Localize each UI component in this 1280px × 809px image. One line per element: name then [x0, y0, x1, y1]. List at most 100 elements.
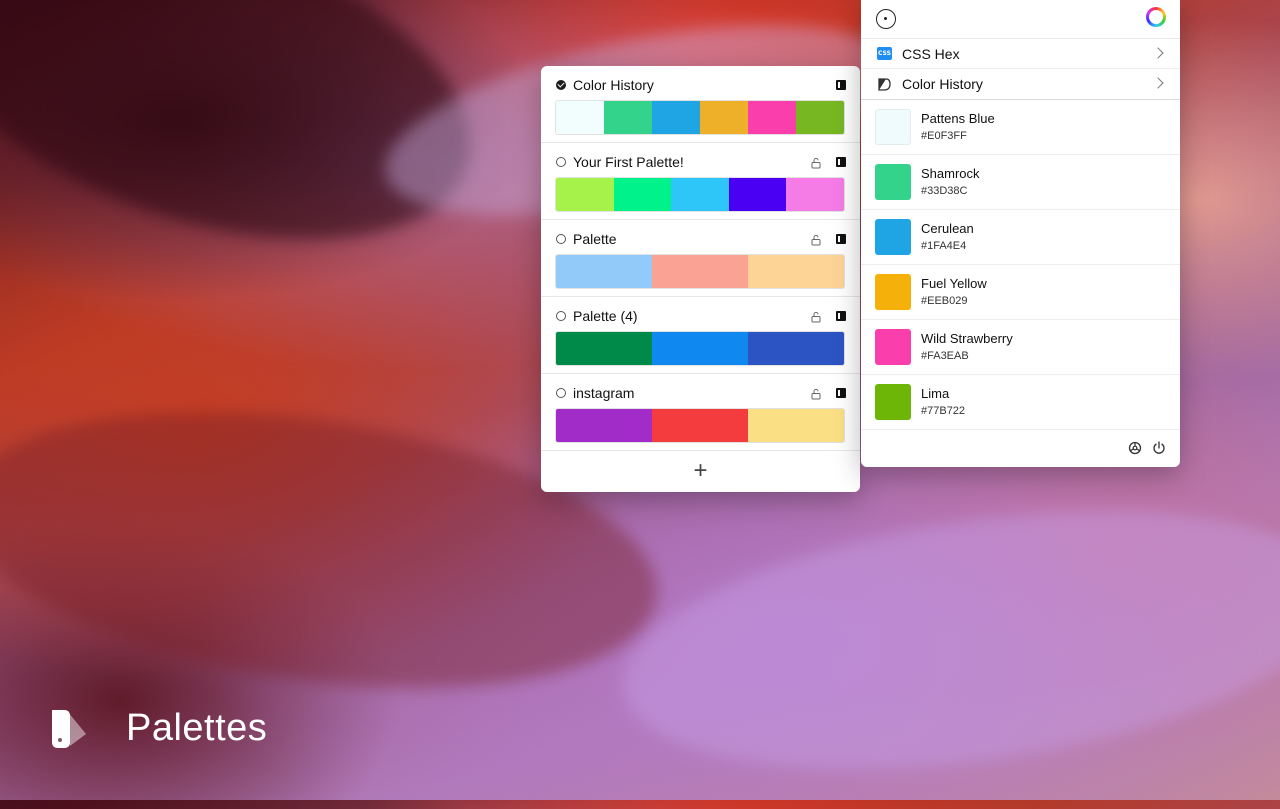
palette-name: instagram	[573, 385, 635, 401]
palette-swatches[interactable]	[555, 408, 845, 443]
power-icon[interactable]	[1152, 441, 1166, 455]
palette-swatches[interactable]	[555, 254, 845, 289]
palette-name: Color History	[573, 77, 654, 93]
palette-row[interactable]: Your First Palette!	[541, 143, 860, 220]
color-list-item[interactable]: Lima #77B722	[861, 375, 1180, 430]
palette-name: Palette	[573, 231, 617, 247]
palette-swatch[interactable]	[728, 178, 787, 211]
colors-toolbar	[861, 0, 1180, 39]
color-text: Cerulean #1FA4E4	[921, 220, 974, 254]
palette-swatch[interactable]	[556, 255, 652, 288]
palette-swatch[interactable]	[613, 178, 672, 211]
palette-detail-icon[interactable]	[836, 388, 846, 398]
color-text: Fuel Yellow #EEB029	[921, 275, 987, 309]
color-swatch[interactable]	[875, 219, 911, 255]
palette-swatch[interactable]	[556, 332, 652, 365]
color-list: Pattens Blue #E0F3FF Shamrock #33D38C Cerule…	[861, 100, 1180, 430]
palette-swatch[interactable]	[652, 332, 748, 365]
palette-swatch[interactable]	[556, 101, 604, 134]
settings-icon[interactable]	[1128, 441, 1142, 455]
palette-swatch[interactable]	[786, 178, 844, 211]
color-name: Lima	[921, 386, 950, 401]
color-hex-value: #FA3EAB	[921, 350, 969, 362]
colors-footer	[861, 430, 1180, 466]
palette-swatch[interactable]	[671, 178, 729, 211]
palettes-logo-icon	[48, 706, 92, 750]
palette-row[interactable]: Palette (4)	[541, 297, 860, 374]
palettes-panel: Color History Your First Palette! Palette P…	[541, 66, 860, 492]
palette-header: Color History	[556, 77, 846, 93]
color-list-item[interactable]: Wild Strawberry #FA3EAB	[861, 320, 1180, 375]
palette-row[interactable]: Palette	[541, 220, 860, 297]
color-swatch[interactable]	[875, 384, 911, 420]
palette-select-radio[interactable]	[556, 80, 566, 90]
format-menu-row[interactable]: CSS CSS Hex	[861, 39, 1180, 69]
color-swatch[interactable]	[875, 329, 911, 365]
palette-detail-icon[interactable]	[836, 80, 846, 90]
color-hex-value: #1FA4E4	[921, 240, 967, 252]
palette-swatch[interactable]	[796, 101, 844, 134]
palette-swatches[interactable]	[555, 100, 845, 135]
palette-detail-icon[interactable]	[836, 234, 846, 244]
palette-swatch[interactable]	[700, 101, 748, 134]
color-list-item[interactable]: Fuel Yellow #EEB029	[861, 265, 1180, 320]
palette-swatch[interactable]	[652, 409, 748, 442]
palette-detail-icon[interactable]	[836, 311, 846, 321]
palette-row[interactable]: instagram	[541, 374, 860, 451]
palette-name: Your First Palette!	[573, 154, 684, 170]
unlock-icon[interactable]	[810, 310, 822, 323]
palette-swatches[interactable]	[555, 331, 845, 366]
palette-swatch[interactable]	[556, 409, 652, 442]
unlock-icon[interactable]	[810, 387, 822, 400]
color-hex-value: #EEB029	[921, 295, 968, 307]
palette-row[interactable]: Color History	[541, 66, 860, 143]
unlock-icon[interactable]	[810, 233, 822, 246]
palette-header: instagram	[556, 385, 846, 401]
css-icon: CSS	[877, 47, 892, 60]
unlock-icon[interactable]	[810, 156, 822, 169]
palette-select-radio[interactable]	[556, 234, 566, 244]
color-swatch[interactable]	[875, 109, 911, 145]
palette-swatch[interactable]	[748, 255, 844, 288]
color-hex-value: #77B722	[921, 405, 966, 417]
palette-select-radio[interactable]	[556, 311, 566, 321]
palette-select-radio[interactable]	[556, 388, 566, 398]
source-label: Color History	[902, 76, 983, 92]
color-list-item[interactable]: Pattens Blue #E0F3FF	[861, 100, 1180, 155]
palette-swatch[interactable]	[556, 178, 614, 211]
palette-detail-icon[interactable]	[836, 157, 846, 167]
color-list-item[interactable]: Shamrock #33D38C	[861, 155, 1180, 210]
color-swatch[interactable]	[875, 274, 911, 310]
color-name: Pattens Blue	[921, 111, 995, 126]
color-hex-value: #33D38C	[921, 185, 968, 197]
format-label: CSS Hex	[902, 45, 960, 62]
color-picker-icon[interactable]	[876, 9, 896, 29]
color-name: Wild Strawberry	[921, 331, 1013, 346]
color-swatch[interactable]	[875, 164, 911, 200]
add-palette-button[interactable]: +	[541, 450, 860, 492]
color-text: Pattens Blue #E0F3FF	[921, 110, 995, 144]
background-streak	[606, 471, 1280, 809]
color-list-item[interactable]: Cerulean #1FA4E4	[861, 210, 1180, 265]
palette-swatch[interactable]	[748, 101, 796, 134]
palette-swatch[interactable]	[652, 101, 700, 134]
app-title: Palettes	[126, 706, 268, 749]
palette-name: Palette (4)	[573, 308, 638, 324]
chevron-right-icon	[1152, 77, 1164, 89]
chevron-right-icon	[1152, 47, 1164, 59]
palette-select-radio[interactable]	[556, 157, 566, 167]
colors-panel: CSS CSS Hex Color History Pattens Blue #E…	[861, 0, 1180, 467]
palette-header: Your First Palette!	[556, 154, 846, 170]
palette-swatches[interactable]	[555, 177, 845, 212]
color-text: Shamrock #33D38C	[921, 165, 980, 199]
palette-swatch[interactable]	[748, 409, 844, 442]
color-text: Wild Strawberry #FA3EAB	[921, 330, 1013, 364]
palette-swatch[interactable]	[748, 332, 844, 365]
source-menu-row[interactable]: Color History	[861, 69, 1180, 100]
color-wheel-icon[interactable]	[1146, 7, 1166, 27]
history-icon	[877, 77, 892, 92]
palette-swatch[interactable]	[604, 101, 652, 134]
color-name: Fuel Yellow	[921, 276, 987, 291]
app-branding: Palettes	[48, 706, 267, 750]
palette-swatch[interactable]	[652, 255, 748, 288]
